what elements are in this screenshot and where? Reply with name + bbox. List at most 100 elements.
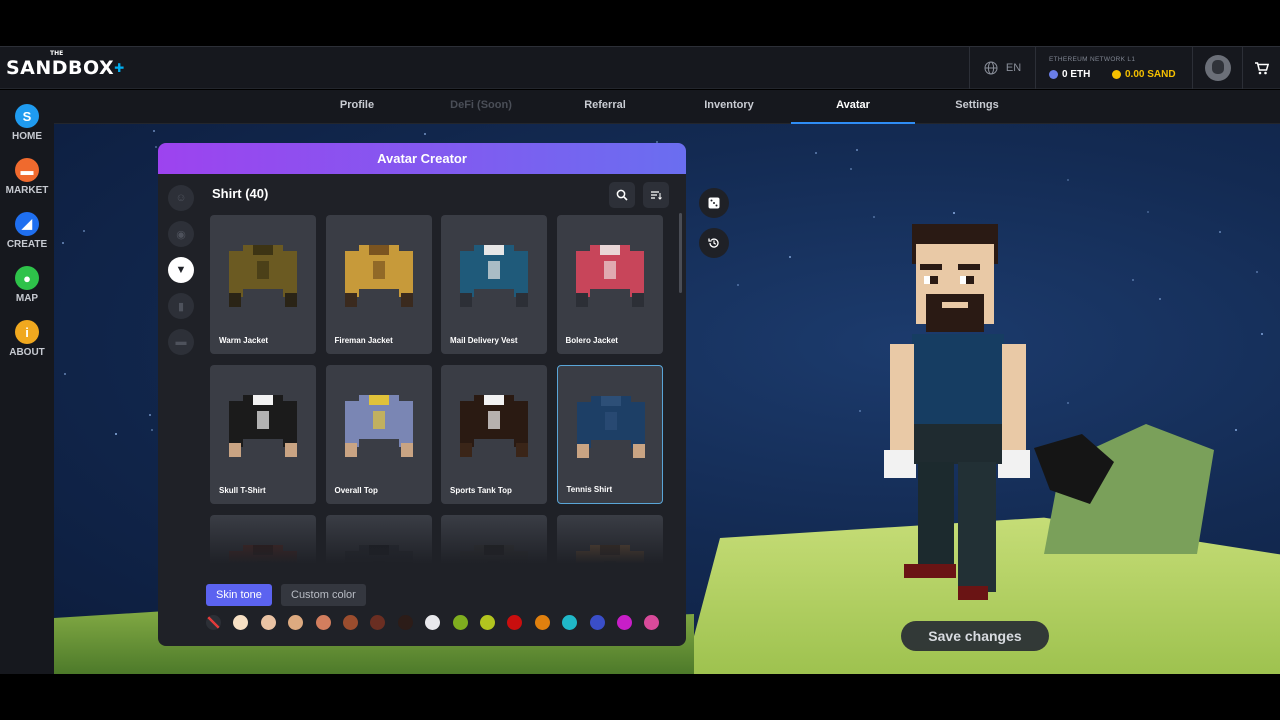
avatar-character: [884, 224, 1030, 600]
account-tabs: Profile DeFi (Soon) Referral Inventory Avata…: [54, 90, 1280, 124]
shirt-preview-icon: [229, 245, 297, 307]
body-icon[interactable]: ☺: [168, 185, 194, 211]
tab-settings[interactable]: Settings: [915, 90, 1039, 124]
app-frame: THE SANDBOX✚ EN ETHEREUM NETWORK L1 0 ET…: [0, 0, 1280, 720]
profile-avatar-button[interactable]: [1193, 47, 1243, 89]
color-swatch[interactable]: [425, 615, 441, 630]
shirt-item-card[interactable]: Fireman Jacket: [325, 215, 432, 354]
tab-avatar[interactable]: Avatar: [791, 90, 915, 124]
shirt-item-card[interactable]: Warm Jacket: [210, 215, 316, 354]
pants-icon[interactable]: ▮: [168, 293, 194, 319]
info-icon: i: [15, 320, 39, 344]
dice-icon: [708, 197, 720, 209]
sort-button[interactable]: [643, 182, 669, 208]
cart-icon: [1254, 61, 1269, 74]
star: [1067, 402, 1069, 404]
wallet-balance[interactable]: ETHEREUM NETWORK L1 0 ETH 0.00 SAND: [1035, 47, 1193, 89]
star: [1235, 429, 1237, 431]
color-swatch[interactable]: [644, 615, 660, 630]
shoes-icon[interactable]: ▬: [168, 329, 194, 355]
sidebar-item-label: MAP: [15, 293, 39, 304]
market-icon: ▬: [15, 158, 39, 182]
save-changes-button[interactable]: Save changes: [901, 621, 1049, 651]
shirt-preview-icon: [229, 395, 297, 457]
shirt-item-name: Sports Tank Top: [450, 486, 512, 495]
eth-icon: [1049, 70, 1058, 79]
tab-inventory[interactable]: Inventory: [667, 90, 791, 124]
cart-button[interactable]: [1243, 47, 1280, 89]
color-swatch[interactable]: [452, 615, 468, 630]
color-swatch[interactable]: [288, 615, 304, 630]
network-label: ETHEREUM NETWORK L1: [1049, 56, 1136, 63]
tab-referral[interactable]: Referral: [543, 90, 667, 124]
tone-tab-custom-color[interactable]: Custom color: [281, 584, 366, 606]
no-color-swatch[interactable]: [206, 615, 221, 630]
sidebar-item-label: ABOUT: [9, 347, 45, 358]
color-swatch[interactable]: [397, 615, 413, 630]
shirt-preview-icon: [344, 395, 413, 457]
history-icon: [708, 238, 719, 248]
create-icon: ◢: [15, 212, 39, 236]
shirt-item-card[interactable]: Skull T-Shirt: [210, 365, 316, 504]
shirt-item-name: Fireman Jacket: [334, 336, 393, 345]
globe-icon: [984, 61, 998, 75]
star: [155, 146, 157, 148]
color-swatch[interactable]: [534, 615, 550, 630]
shirt-preview-icon: [344, 245, 413, 307]
star: [62, 242, 64, 244]
color-swatch[interactable]: [233, 615, 249, 630]
color-swatch[interactable]: [480, 615, 495, 630]
sidebar-item-label: MARKET: [5, 185, 49, 196]
panel-title: Avatar Creator: [158, 143, 686, 174]
sidebar-item-market[interactable]: ▬ MARKET: [0, 158, 54, 196]
sidebar-item-label: HOME: [12, 131, 42, 142]
sand-balance: 0.00 SAND: [1112, 69, 1176, 80]
star: [64, 373, 66, 375]
color-swatch[interactable]: [589, 615, 605, 630]
shirt-item-name: Skull T-Shirt: [219, 486, 266, 495]
sort-icon: [651, 191, 662, 200]
star: [1256, 271, 1258, 273]
sidebar-item-map[interactable]: ● MAP: [0, 266, 54, 304]
sand-coin-icon: [1112, 70, 1121, 79]
star: [151, 429, 153, 431]
shirt-icon[interactable]: ▼: [168, 257, 194, 283]
star: [859, 410, 861, 412]
star: [1132, 279, 1134, 281]
grid-scrollbar[interactable]: [679, 213, 682, 293]
tone-tab-skin-tone[interactable]: Skin tone: [206, 584, 272, 606]
randomize-button[interactable]: [699, 188, 729, 218]
shirt-item-name: Warm Jacket: [219, 336, 269, 345]
tab-profile[interactable]: Profile: [295, 90, 419, 124]
sandbox-s-icon: S: [15, 104, 39, 128]
shirt-item-card[interactable]: Mail Delivery Vest: [441, 215, 547, 354]
color-swatch[interactable]: [507, 615, 523, 630]
color-swatch[interactable]: [315, 615, 331, 630]
language-selector[interactable]: EN: [969, 47, 1035, 89]
color-swatch[interactable]: [562, 615, 578, 630]
reset-button[interactable]: [699, 228, 729, 258]
color-swatch[interactable]: [343, 615, 358, 630]
top-bar: THE SANDBOX✚ EN ETHEREUM NETWORK L1 0 ET…: [0, 46, 1280, 89]
sidebar-item-create[interactable]: ◢ CREATE: [0, 212, 54, 250]
shirt-preview-icon: [460, 245, 528, 307]
avatar-creator-panel: Avatar Creator ☺ ◉ ▼ ▮ ▬ Shirt (40) Warm Jac…: [158, 143, 686, 646]
sandbox-logo[interactable]: THE SANDBOX✚: [6, 50, 125, 79]
sidebar-item-about[interactable]: i ABOUT: [0, 320, 54, 358]
shirt-item-card[interactable]: Overall Top: [325, 365, 432, 504]
star: [153, 130, 155, 132]
shirt-item-card[interactable]: Sports Tank Top: [441, 365, 547, 504]
head-icon[interactable]: ◉: [168, 221, 194, 247]
star: [115, 433, 117, 435]
star: [850, 168, 852, 170]
sidebar-item-home[interactable]: S HOME: [0, 104, 54, 142]
shirt-item-card[interactable]: Bolero Jacket: [556, 215, 663, 354]
star: [1159, 298, 1161, 300]
color-swatch[interactable]: [370, 615, 386, 630]
color-swatch[interactable]: [260, 615, 276, 630]
color-swatch[interactable]: [617, 615, 632, 630]
search-button[interactable]: [609, 182, 635, 208]
shirt-item-card[interactable]: Tennis Shirt: [556, 365, 663, 504]
star: [815, 152, 817, 154]
star: [83, 230, 85, 232]
